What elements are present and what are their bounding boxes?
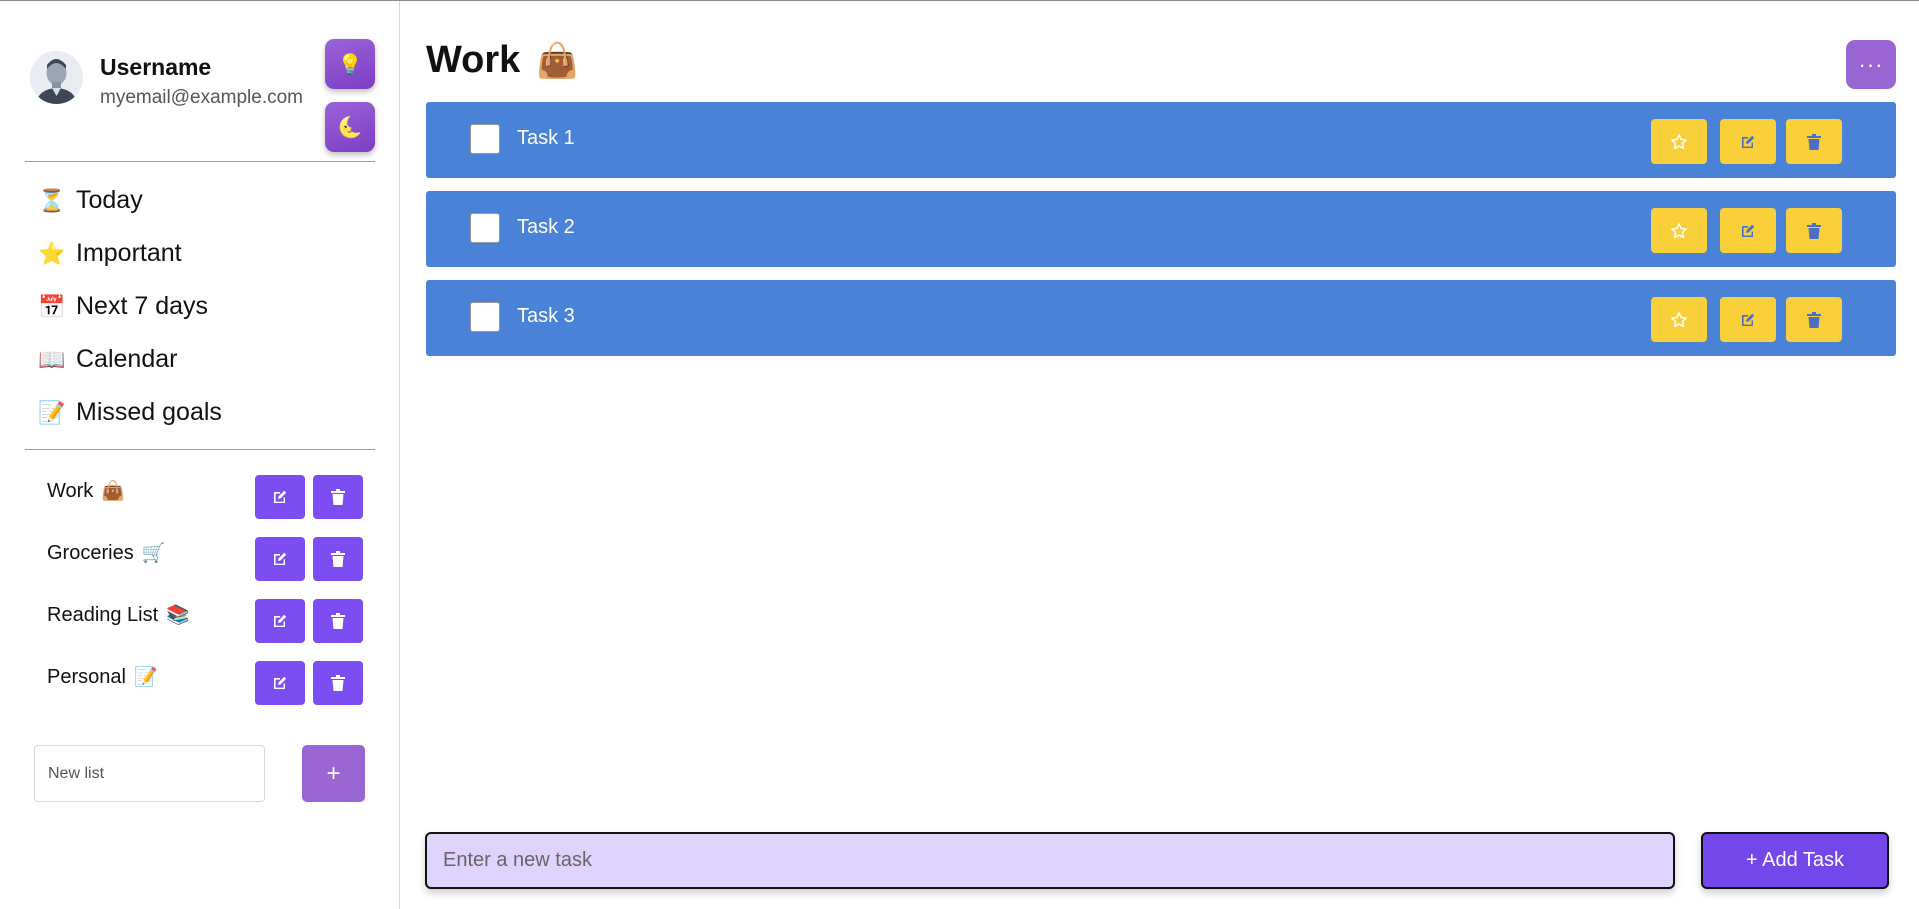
nav-item-missed-goals[interactable]: 📝 Missed goals [38, 386, 222, 439]
edit-icon [274, 676, 287, 689]
list-item-personal: Personal 📝 [25, 661, 375, 723]
edit-icon [274, 490, 287, 503]
delete-list-button[interactable] [313, 537, 363, 581]
dark-mode-button[interactable]: 🌜 [325, 102, 375, 152]
edit-icon [1742, 224, 1755, 237]
more-options-button[interactable]: ··· [1846, 40, 1896, 89]
trash-icon [1807, 311, 1821, 328]
list-emoji: 📚 [166, 605, 190, 626]
delete-task-button[interactable] [1786, 119, 1842, 164]
edit-icon [274, 552, 287, 565]
main-panel: Work 👜 ··· Task 1 Task 2 Task 3 Enter a … [401, 1, 1919, 909]
list-emoji: 📝 [133, 667, 158, 688]
task-list: Task 1 Task 2 Task 3 [426, 102, 1896, 369]
edit-list-button[interactable] [255, 537, 305, 581]
edit-icon [1742, 313, 1755, 326]
star-icon [1671, 311, 1687, 327]
task-item: Task 3 [426, 280, 1896, 356]
delete-list-button[interactable] [313, 661, 363, 705]
list-item-work: Work 👜 [25, 475, 375, 537]
task-checkbox[interactable] [470, 302, 500, 332]
delete-list-button[interactable] [313, 475, 363, 519]
trash-icon [1807, 222, 1821, 239]
trash-icon [331, 551, 345, 567]
page-title: Work 👜 [426, 39, 579, 82]
star-icon [1671, 133, 1687, 149]
light-mode-button[interactable]: 💡 [325, 39, 375, 89]
edit-icon [274, 614, 287, 627]
task-label: Task 2 [517, 216, 575, 238]
add-list-button[interactable]: + [302, 745, 365, 802]
task-label: Task 3 [517, 305, 575, 327]
list-name[interactable]: Personal 📝 [47, 665, 158, 689]
delete-task-button[interactable] [1786, 208, 1842, 253]
nav-menu: ⏳ Today ⭐ Important 📅 Next 7 days 📖 Cale… [38, 182, 222, 439]
add-task-button[interactable]: + Add Task [1701, 832, 1889, 889]
user-email: myemail@example.com [100, 87, 304, 108]
hourglass-icon: ⏳ [38, 187, 66, 213]
star-icon: ⭐ [38, 240, 66, 266]
task-checkbox[interactable] [470, 213, 500, 243]
new-list-input[interactable] [34, 745, 265, 802]
star-task-button[interactable] [1651, 119, 1707, 164]
star-task-button[interactable] [1651, 208, 1707, 253]
trash-icon [331, 675, 345, 691]
trash-icon [331, 613, 345, 629]
nav-item-label: Next 7 days [76, 292, 209, 320]
nav-item-label: Missed goals [76, 398, 222, 426]
edit-icon [1742, 135, 1755, 148]
calendar-icon: 📅 [38, 293, 66, 319]
list-name[interactable]: Reading List 📚 [47, 603, 190, 627]
list-label: Work [47, 480, 94, 502]
list-label: Reading List [47, 604, 159, 626]
avatar [30, 51, 83, 104]
list-name[interactable]: Groceries 🛒 [47, 541, 165, 565]
task-label: Task 1 [517, 127, 575, 149]
list-emoji: 🛒 [141, 543, 166, 564]
new-task-input[interactable] [425, 832, 1675, 889]
user-lists: Work 👜 Groceries 🛒 Reading List 📚 Person… [25, 475, 375, 723]
nav-item-important[interactable]: ⭐ Important [38, 227, 222, 280]
memo-icon: 📝 [38, 399, 66, 425]
list-name[interactable]: Work 👜 [47, 479, 125, 503]
moon-icon: 🌜 [337, 116, 363, 139]
list-label: Groceries [47, 542, 134, 564]
trash-icon [331, 489, 345, 505]
username: Username [100, 54, 212, 80]
delete-task-button[interactable] [1786, 297, 1842, 342]
handbag-icon: 👜 [536, 41, 579, 80]
edit-list-button[interactable] [255, 661, 305, 705]
task-checkbox[interactable] [470, 124, 500, 154]
nav-item-label: Calendar [76, 345, 178, 373]
list-item-groceries: Groceries 🛒 [25, 537, 375, 599]
nav-item-today[interactable]: ⏳ Today [38, 174, 222, 227]
task-item: Task 2 [426, 191, 1896, 267]
edit-task-button[interactable] [1720, 119, 1776, 164]
lightbulb-icon: 💡 [337, 53, 363, 76]
nav-item-label: Important [76, 239, 182, 267]
delete-list-button[interactable] [313, 599, 363, 643]
edit-task-button[interactable] [1720, 297, 1776, 342]
book-icon: 📖 [38, 346, 66, 372]
divider [25, 449, 375, 450]
nav-item-calendar[interactable]: 📖 Calendar [38, 333, 222, 386]
divider [25, 161, 375, 162]
list-item-reading-list: Reading List 📚 [25, 599, 375, 661]
user-avatar-icon [30, 51, 83, 104]
trash-icon [1807, 133, 1821, 150]
edit-task-button[interactable] [1720, 208, 1776, 253]
nav-item-label: Today [76, 186, 143, 214]
list-emoji: 👜 [101, 481, 125, 502]
list-label: Personal [47, 666, 126, 688]
sidebar: Username myemail@example.com 💡 🌜 ⏳ Today… [0, 1, 400, 909]
star-icon [1671, 222, 1687, 238]
star-task-button[interactable] [1651, 297, 1707, 342]
edit-list-button[interactable] [255, 599, 305, 643]
page-title-text: Work [426, 39, 521, 81]
edit-list-button[interactable] [255, 475, 305, 519]
task-item: Task 1 [426, 102, 1896, 178]
nav-item-next-7-days[interactable]: 📅 Next 7 days [38, 280, 222, 333]
